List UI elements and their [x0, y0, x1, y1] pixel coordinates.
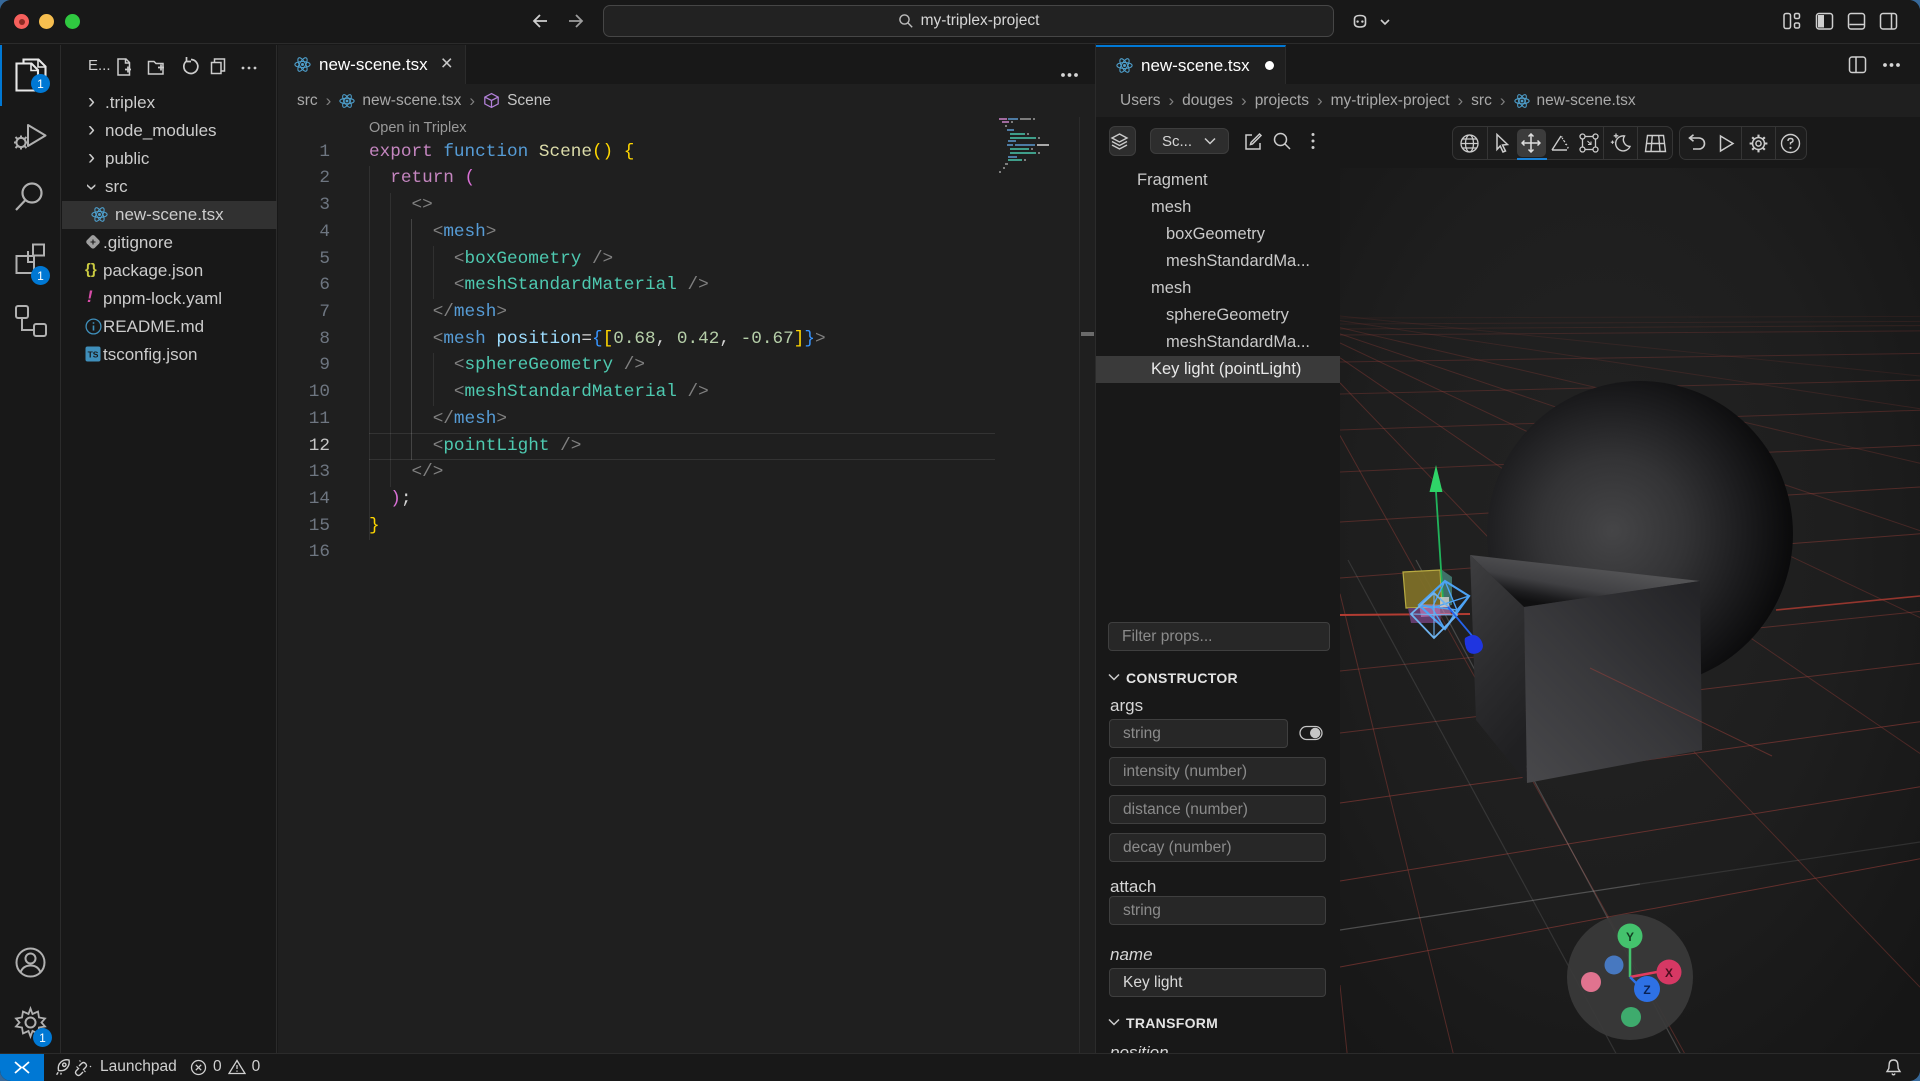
- svg-text:Z: Z: [1643, 983, 1650, 997]
- svg-text:Y: Y: [1626, 930, 1634, 944]
- svg-text:TS: TS: [88, 350, 99, 360]
- svg-text:X: X: [1665, 966, 1673, 980]
